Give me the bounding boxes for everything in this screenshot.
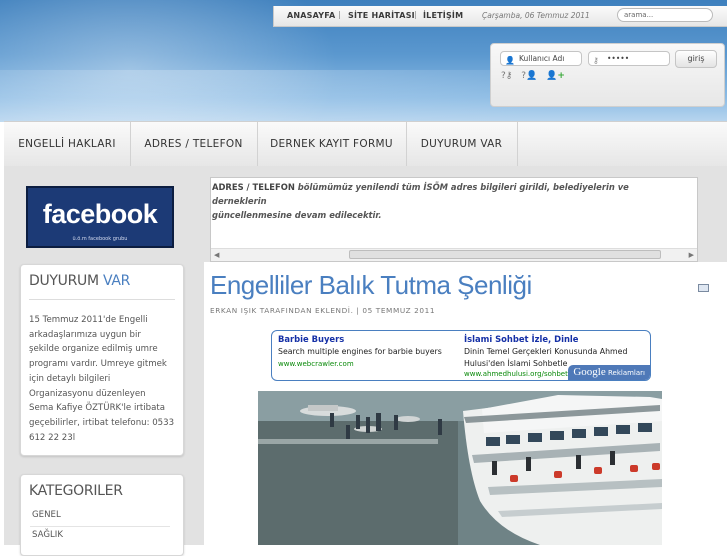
announcement-title: DUYURUM VAR bbox=[29, 273, 130, 289]
divider bbox=[30, 526, 170, 527]
ad-right-title[interactable]: İslami Sohbet İzle, Dinle bbox=[464, 334, 578, 344]
topbar-link-iletisim[interactable]: İLETİŞİM bbox=[423, 11, 463, 20]
boat-photo-illustration bbox=[258, 391, 662, 545]
facebook-banner[interactable]: facebook ü.ö.m facebook grubu bbox=[26, 186, 174, 248]
password-field[interactable]: ⚷ ••••• bbox=[588, 51, 670, 66]
topbar-separator: | bbox=[414, 10, 417, 19]
announcement-line: 612 22 23l bbox=[29, 432, 76, 443]
ad-left-desc: Search multiple engines for barbie buyer… bbox=[278, 347, 442, 356]
article-byline: ERKAN IŞIK TARAFINDAN EKLENDİ. | 05 TEMM… bbox=[210, 306, 436, 315]
announcement-line: Organizasyonu düzenleyen bbox=[29, 388, 146, 399]
announcement-line: için detaylı bilgileri bbox=[29, 373, 111, 384]
nav-item-duyurum-var[interactable]: DUYURUM VAR bbox=[406, 122, 518, 167]
user-icon: 👤 bbox=[505, 56, 515, 65]
announcement-line: Sema Kafiye ÖZTÜRK'le irtibata bbox=[29, 403, 165, 414]
ad-left-url[interactable]: www.webcrawler.com bbox=[278, 360, 354, 368]
facebook-caption: ü.ö.m facebook grubu bbox=[72, 236, 128, 242]
news-lead[interactable]: ADRES / TELEFON bbox=[212, 182, 295, 192]
topbar-link-anasayfa[interactable]: ANASAYFA bbox=[287, 11, 335, 20]
key-icon: ⚷ bbox=[593, 56, 599, 65]
scroll-left-icon[interactable]: ◀ bbox=[214, 249, 219, 261]
category-item-saglik[interactable]: SAĞLIK bbox=[32, 530, 63, 540]
search-input[interactable]: arama... bbox=[617, 8, 713, 22]
announcement-box: DUYURUM VAR 15 Temmuz 2011'de Engelli ar… bbox=[20, 264, 184, 456]
username-placeholder: Kullanıcı Adı bbox=[519, 54, 565, 63]
ad-right-desc-1: Dinin Temel Gerçekleri Konusunda Ahmed bbox=[464, 347, 628, 356]
announcement-text: 15 Temmuz 2011'de Engelli arkadaşlarımız… bbox=[29, 313, 179, 445]
password-value: ••••• bbox=[607, 54, 630, 63]
category-item-genel[interactable]: GENEL bbox=[32, 510, 61, 520]
scroll-right-icon[interactable]: ▶ bbox=[689, 249, 694, 261]
google-ads-badge[interactable]: Google Reklamları bbox=[568, 365, 650, 380]
main-nav: ENGELLİ HAKLARI ADRES / TELEFON DERNEK K… bbox=[4, 121, 727, 168]
announcement-line: şekilde organize edilmiş umre bbox=[29, 344, 158, 355]
login-box: 👤 Kullanıcı Adı ⚷ ••••• giriş ?⚷ ?👤 👤+ bbox=[490, 43, 725, 107]
current-date: Çarşamba, 06 Temmuz 2011 bbox=[482, 11, 590, 20]
google-logo: Google bbox=[573, 366, 606, 378]
topbar-separator: | bbox=[338, 10, 341, 19]
nav-item-adres-telefon[interactable]: ADRES / TELEFON bbox=[130, 122, 258, 167]
categories-title: KATEGORILER bbox=[29, 483, 123, 499]
news-line-2: güncellenmesine devam edilecektir. bbox=[212, 210, 382, 220]
ad-right-url[interactable]: www.ahmedhulusi.org/sohbet bbox=[464, 370, 568, 378]
divider bbox=[29, 299, 175, 300]
announcement-line: programı vardır. Umreye gitmek bbox=[29, 359, 167, 370]
google-ads-label: Reklamları bbox=[607, 369, 645, 377]
announcement-line: geçebilirler, irtibat telefonu: 0533 bbox=[29, 417, 175, 428]
nav-item-dernek-kayit-formu[interactable]: DERNEK KAYIT FORMU bbox=[257, 122, 407, 167]
announcement-title-a: DUYURUM bbox=[29, 273, 99, 289]
announcement-line: arkadaşlarımıza uygun bir bbox=[29, 329, 141, 340]
ad-left-title[interactable]: Barbie Buyers bbox=[278, 334, 344, 344]
topbar-link-site-haritasi[interactable]: SİTE HARİTASI bbox=[348, 11, 415, 20]
forgot-password-icon[interactable]: ?⚷ bbox=[501, 71, 512, 81]
article-photo bbox=[258, 391, 662, 545]
nav-item-engelli-haklari[interactable]: ENGELLİ HAKLARI bbox=[4, 122, 131, 167]
google-ads: Barbie Buyers Search multiple engines fo… bbox=[271, 330, 651, 381]
login-helper-icons: ?⚷ ?👤 👤+ bbox=[501, 71, 571, 81]
login-button[interactable]: giriş bbox=[675, 50, 717, 68]
forgot-username-icon[interactable]: ?👤 bbox=[521, 71, 537, 81]
facebook-logo-text: facebook bbox=[42, 199, 158, 229]
announcement-line: 15 Temmuz 2011'de Engelli bbox=[29, 315, 148, 325]
news-text: ADRES / TELEFON bölümümüz yenilendi tüm … bbox=[212, 180, 682, 222]
scrollbar-thumb[interactable] bbox=[349, 250, 661, 259]
register-user-icon[interactable]: 👤+ bbox=[546, 71, 565, 81]
article-title[interactable]: Engelliler Balık Tutma Şenliği bbox=[210, 270, 532, 301]
horizontal-scrollbar[interactable]: ◀ ▶ bbox=[211, 248, 697, 261]
announcement-title-b: VAR bbox=[102, 273, 131, 289]
news-box: ADRES / TELEFON bölümümüz yenilendi tüm … bbox=[210, 177, 698, 262]
email-icon[interactable] bbox=[698, 284, 709, 292]
username-field[interactable]: 👤 Kullanıcı Adı bbox=[500, 51, 582, 66]
